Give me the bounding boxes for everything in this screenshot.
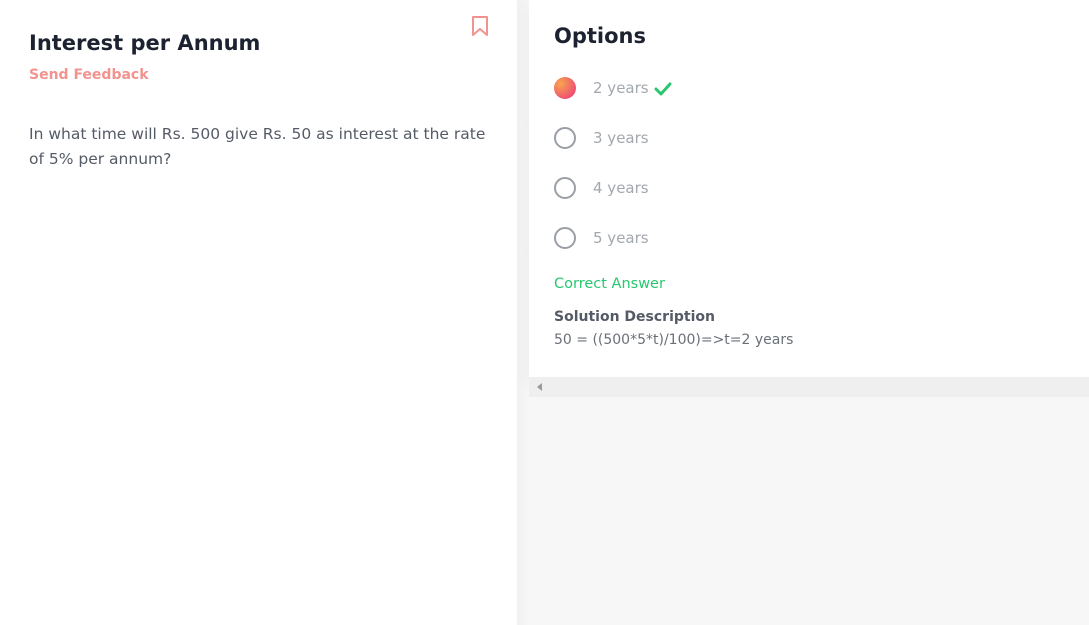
radio-unselected[interactable] — [554, 177, 576, 199]
send-feedback-link[interactable]: Send Feedback — [29, 67, 149, 83]
horizontal-scrollbar[interactable] — [529, 377, 1089, 397]
question-title: Interest per Annum — [29, 31, 261, 55]
radio-unselected[interactable] — [554, 227, 576, 249]
bookmark-icon[interactable] — [471, 15, 489, 37]
check-icon — [654, 81, 672, 96]
solution-text: 50 = ((500*5*t)/100)=>t=2 years — [554, 332, 794, 348]
question-panel: Interest per Annum Send Feedback In what… — [0, 0, 517, 625]
radio-unselected[interactable] — [554, 127, 576, 149]
options-heading: Options — [554, 24, 646, 48]
panel-divider — [517, 0, 529, 625]
option-label: 5 years — [593, 229, 649, 247]
option-3-years[interactable]: 3 years — [554, 126, 854, 150]
option-4-years[interactable]: 4 years — [554, 176, 854, 200]
solution-title: Solution Description — [554, 309, 715, 325]
option-5-years[interactable]: 5 years — [554, 226, 854, 250]
option-label: 2 years — [593, 79, 649, 97]
scroll-left-arrow-icon[interactable] — [537, 383, 542, 391]
correct-answer-label: Correct Answer — [554, 276, 665, 292]
option-label: 3 years — [593, 129, 649, 147]
option-2-years[interactable]: 2 years — [554, 76, 854, 100]
option-label: 4 years — [593, 179, 649, 197]
options-panel: Options 2 years 3 years 4 years 5 years … — [529, 0, 1089, 377]
radio-selected[interactable] — [554, 77, 576, 99]
question-text: In what time will Rs. 500 give Rs. 50 as… — [29, 125, 486, 168]
